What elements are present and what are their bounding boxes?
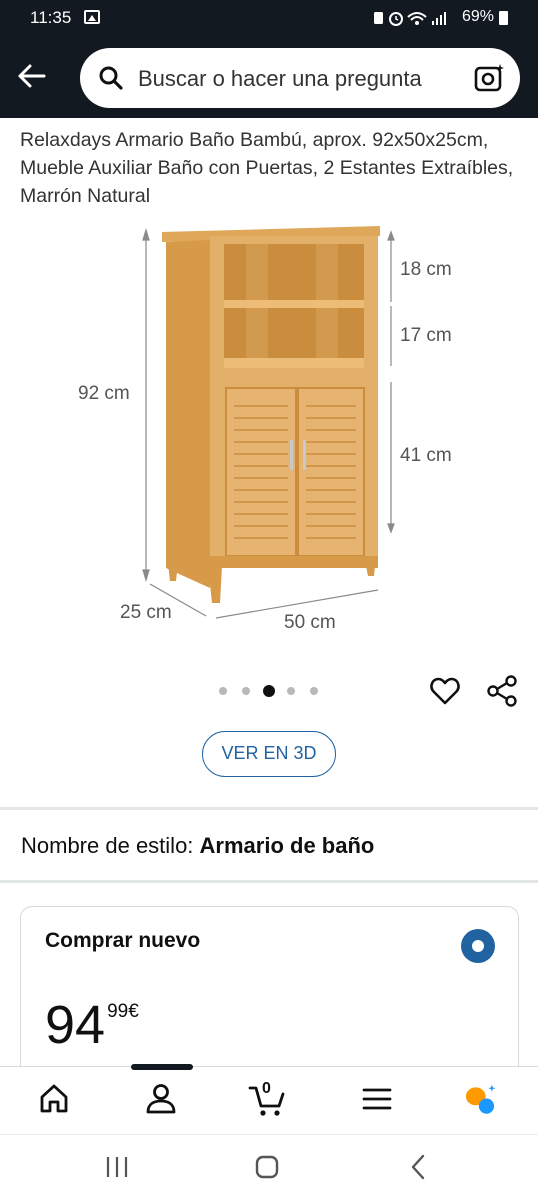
buy-new-radio[interactable] <box>461 929 495 963</box>
buy-new-label: Comprar nuevo <box>45 929 201 952</box>
back-button-icon[interactable] <box>406 1153 432 1181</box>
price: 94 99€ <box>45 995 139 1055</box>
carousel-dot[interactable] <box>242 687 250 695</box>
dim-shelf-mid-label: 17 cm <box>400 325 452 346</box>
cart-count: 0 <box>262 1080 271 1097</box>
style-name-label: Nombre de estilo: <box>21 833 194 858</box>
carousel-dot-active[interactable] <box>263 685 275 697</box>
search-icon <box>99 66 123 90</box>
battery-level: 69% <box>462 8 495 25</box>
price-whole: 94 <box>45 995 106 1055</box>
style-name-value: Armario de baño <box>199 833 375 858</box>
dim-height-label: 92 cm <box>78 383 130 404</box>
dim-depth-label: 25 cm <box>120 602 172 623</box>
search-input[interactable]: Buscar o hacer una pregunta <box>138 66 422 92</box>
dim-shelf-top-label: 18 cm <box>400 259 452 280</box>
dim-cabinet-label: 41 cm <box>400 445 452 466</box>
product-image[interactable]: 92 cm 18 cm 17 cm 41 cm 25 cm 50 cm <box>70 218 490 638</box>
rufus-icon[interactable] <box>465 1080 499 1118</box>
home-button-icon[interactable] <box>254 1153 280 1181</box>
carousel-dot[interactable] <box>287 687 295 695</box>
view-3d-button[interactable]: VER EN 3D <box>202 731 336 777</box>
home-icon[interactable] <box>37 1080 71 1118</box>
cabinet-illustration <box>162 226 380 603</box>
carousel-dot[interactable] <box>310 687 318 695</box>
carousel-dot[interactable] <box>219 687 227 695</box>
section-divider <box>0 880 538 883</box>
search-bar[interactable]: Buscar o hacer una pregunta <box>80 48 520 108</box>
menu-icon[interactable] <box>360 1080 394 1118</box>
back-arrow-icon[interactable] <box>14 58 50 94</box>
camera-scan-icon[interactable] <box>473 62 505 94</box>
gallery-icon <box>84 10 100 24</box>
recent-apps-icon[interactable] <box>104 1155 130 1179</box>
style-name-row[interactable]: Nombre de estilo: Armario de baño <box>21 833 374 859</box>
heart-icon[interactable] <box>428 674 462 708</box>
section-divider <box>0 807 538 810</box>
account-icon[interactable] <box>144 1080 178 1118</box>
active-tab-indicator <box>131 1064 193 1070</box>
battery-icon <box>499 11 508 25</box>
dim-width-label: 50 cm <box>284 612 336 633</box>
status-time: 11:35 <box>30 8 72 27</box>
product-title: Relaxdays Armario Baño Bambú, aprox. 92x… <box>20 129 514 207</box>
share-icon[interactable] <box>485 674 519 708</box>
status-icons <box>374 12 446 26</box>
status-bar: 11:35 69% <box>0 0 538 36</box>
price-currency: € <box>128 1001 139 1022</box>
price-fraction: 99 <box>107 1001 129 1022</box>
